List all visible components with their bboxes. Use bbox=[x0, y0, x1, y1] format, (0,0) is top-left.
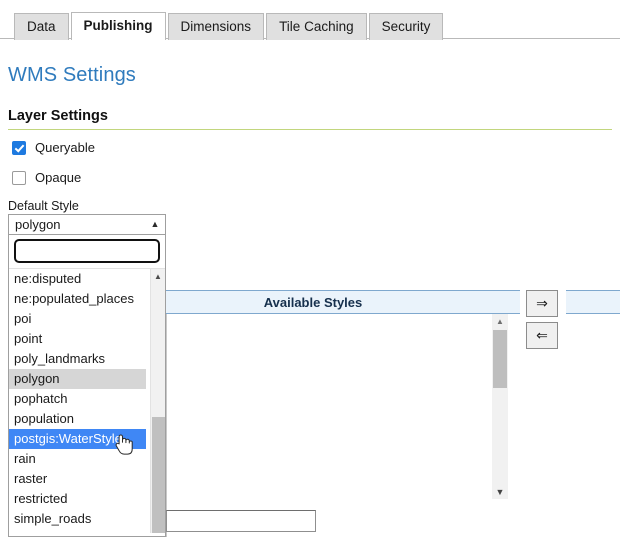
add-style-button[interactable]: ⇒ bbox=[526, 290, 558, 317]
move-buttons: ⇒ ⇐ bbox=[526, 290, 558, 349]
tab-dimensions[interactable]: Dimensions bbox=[168, 13, 265, 40]
list-item[interactable]: restricted bbox=[9, 489, 146, 509]
list-item[interactable]: rain bbox=[9, 449, 146, 469]
list-item[interactable]: population bbox=[9, 409, 146, 429]
dropdown-search-input[interactable] bbox=[14, 239, 160, 263]
queryable-checkbox[interactable] bbox=[12, 141, 26, 155]
default-style-dropdown: ne:disputed ne:populated_places poi poin… bbox=[8, 235, 166, 537]
tab-bar: Data Publishing Dimensions Tile Caching … bbox=[0, 0, 620, 40]
list-item[interactable]: ne:populated_places bbox=[9, 289, 146, 309]
list-item[interactable]: ne:disputed bbox=[9, 269, 146, 289]
list-item-selected[interactable]: polygon bbox=[9, 369, 146, 389]
tab-list: Data Publishing Dimensions Tile Caching … bbox=[14, 12, 443, 40]
dropdown-scroll-up-icon[interactable]: ▲ bbox=[151, 269, 165, 284]
scrollbar-thumb[interactable] bbox=[493, 330, 507, 388]
default-style-label: Default Style bbox=[8, 199, 79, 213]
section-title: Layer Settings bbox=[8, 108, 108, 124]
queryable-label: Queryable bbox=[35, 140, 95, 155]
tab-publishing[interactable]: Publishing bbox=[71, 12, 166, 40]
list-item[interactable]: point bbox=[9, 329, 146, 349]
tab-tile-caching[interactable]: Tile Caching bbox=[266, 13, 367, 40]
list-item[interactable]: poly_landmarks bbox=[9, 349, 146, 369]
dropdown-option-list[interactable]: ne:disputed ne:populated_places poi poin… bbox=[9, 268, 165, 533]
queryable-checkbox-row[interactable]: Queryable bbox=[12, 140, 95, 155]
opaque-label: Opaque bbox=[35, 170, 81, 185]
list-item[interactable]: raster bbox=[9, 469, 146, 489]
selected-styles-header bbox=[566, 290, 620, 314]
available-styles-picker: Available Styles ▲ ▼ bbox=[166, 290, 520, 537]
opaque-checkbox[interactable] bbox=[12, 171, 26, 185]
list-item[interactable]: simple_roads bbox=[9, 509, 146, 529]
available-styles-header-label: Available Styles bbox=[264, 295, 363, 310]
dropdown-scrollbar[interactable]: ▲ bbox=[150, 269, 165, 533]
tab-data[interactable]: Data bbox=[14, 13, 69, 40]
styles-filter-input[interactable] bbox=[166, 510, 316, 532]
scroll-up-icon[interactable]: ▲ bbox=[492, 314, 508, 328]
list-item[interactable]: simple_streams bbox=[9, 529, 146, 533]
opaque-checkbox-row[interactable]: Opaque bbox=[12, 170, 81, 185]
default-style-selected-value: polygon bbox=[9, 217, 145, 232]
list-item[interactable]: poi bbox=[9, 309, 146, 329]
dropdown-scrollbar-thumb[interactable] bbox=[152, 417, 165, 533]
scroll-down-icon[interactable]: ▼ bbox=[492, 485, 508, 499]
tab-security[interactable]: Security bbox=[369, 13, 444, 40]
remove-style-button[interactable]: ⇐ bbox=[526, 322, 558, 349]
available-styles-scrollbar[interactable]: ▲ ▼ bbox=[492, 314, 508, 499]
page-title: WMS Settings bbox=[8, 64, 136, 87]
chevron-up-icon: ▲ bbox=[145, 220, 165, 229]
default-style-combo[interactable]: polygon ▲ bbox=[8, 214, 166, 235]
available-styles-list[interactable] bbox=[166, 314, 520, 499]
available-styles-header: Available Styles bbox=[166, 290, 520, 314]
section-divider bbox=[8, 129, 612, 130]
list-item-highlighted[interactable]: postgis:WaterStyle bbox=[9, 429, 146, 449]
dropdown-search-wrap bbox=[9, 235, 165, 268]
list-item[interactable]: pophatch bbox=[9, 389, 146, 409]
